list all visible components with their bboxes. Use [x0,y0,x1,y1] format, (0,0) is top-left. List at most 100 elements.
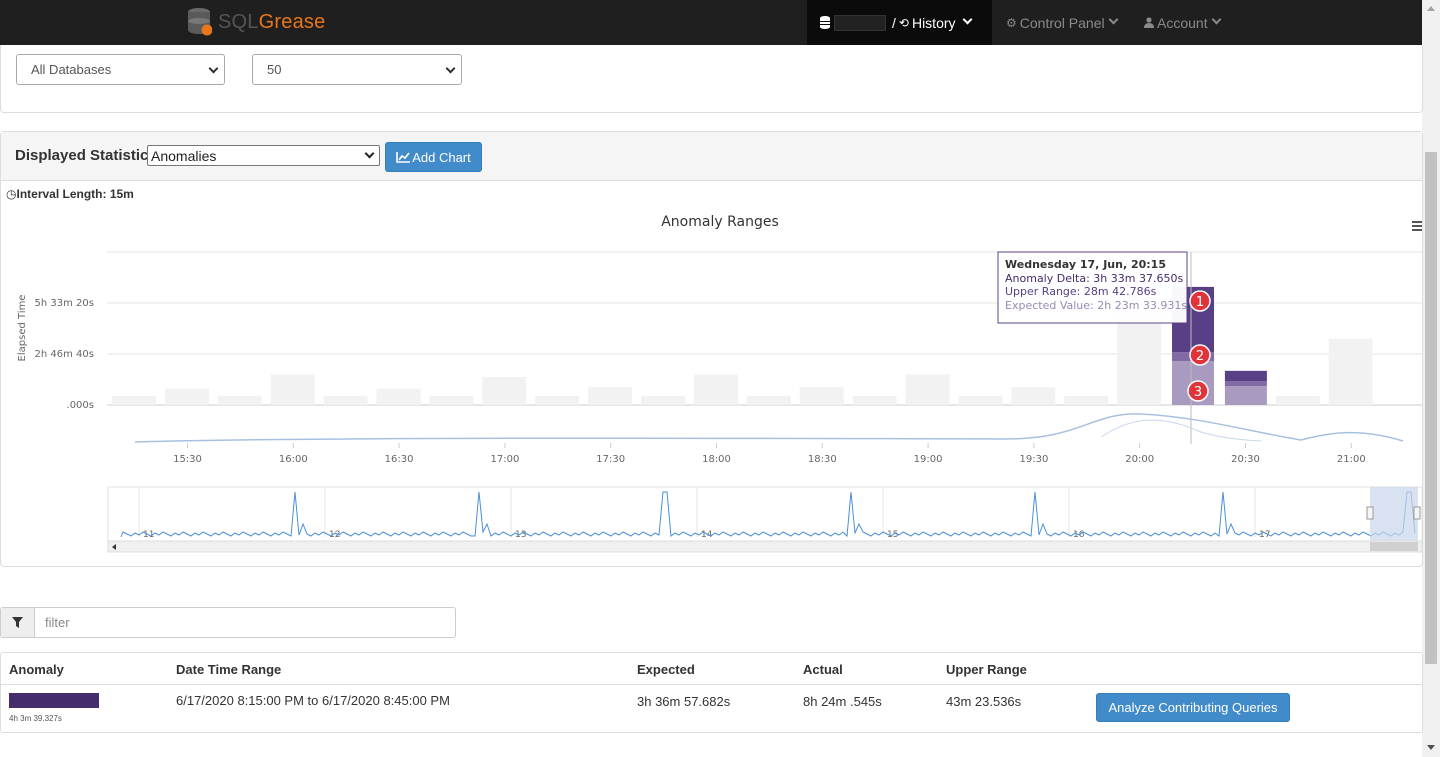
normal-bar [641,395,685,405]
marker-number: 1 [1196,295,1204,310]
x-tick-label: 20:00 [1125,454,1154,465]
normal-bar [588,387,633,405]
scrollbar-thumb[interactable] [1425,152,1437,664]
normal-bar [746,395,791,405]
normal-bar [693,374,738,405]
x-tick-label: 18:00 [702,454,731,465]
column-header-date-time-range[interactable]: Date Time Range [176,662,281,677]
tooltip-line: Expected Value: 2h 23m 33.931s [1005,299,1187,312]
normal-bar [270,374,315,405]
normal-bar [799,387,844,405]
normal-bar [112,395,156,405]
x-tick-label: 15:30 [173,454,202,465]
database-select[interactable]: All Databases [16,54,225,85]
anomaly-bar [9,693,99,708]
navigator-label: 14 [701,530,713,540]
normal-bar [905,374,950,405]
normal-bar [1328,338,1373,405]
analyze-contributing-queries-button[interactable]: Analyze Contributing Queries [1096,693,1290,722]
filter-icon [12,617,23,628]
y-tick-label: 2h 46m 40s [35,349,94,360]
y-tick-label: 5h 33m 20s [35,298,94,309]
x-tick-label: 19:30 [1019,454,1048,465]
nav-separator: / [892,14,896,31]
navigator-selection [1370,487,1418,541]
nav-control-panel[interactable]: ⚙ Control Panel [1006,0,1119,45]
x-tick-label: 21:00 [1337,454,1366,465]
nav-history-label: History [911,14,956,31]
scroll-up-arrow-icon[interactable] [1427,6,1435,11]
nav-account[interactable]: Account [1144,0,1222,45]
normal-bar [852,395,897,405]
navigator-handle [1366,506,1374,520]
history-icon: ⟲ [898,15,909,30]
count-select[interactable]: 50 [252,54,462,85]
upper-range-cell: 43m 23.536s [946,694,1022,709]
count-select-value: 50 [267,62,282,77]
anomaly-table: Anomaly Date Time Range Expected Actual … [0,652,1423,733]
x-tick-label: 20:30 [1231,454,1260,465]
column-header-expected[interactable]: Expected [637,662,695,677]
anomaly-duration: 4h 3m 39.327s [9,714,62,723]
tooltip-line: Anomaly Delta: 3h 33m 37.650s [1005,272,1183,285]
column-header-anomaly[interactable]: Anomaly [9,662,64,677]
column-header-actual[interactable]: Actual [803,662,843,677]
overview-curve [134,413,1404,443]
x-tick-label: 17:30 [596,454,625,465]
anomaly-delta-segment [1224,370,1267,382]
overview-curve [1100,419,1262,442]
marker-number: 3 [1194,385,1202,400]
actual-cell: 8h 24m .545s [803,694,882,709]
nav-history[interactable]: / ⟲ History [807,0,992,45]
logo-text: SQLGrease [218,10,326,33]
top-navbar: SQLGrease / ⟲ History ⚙ Control Panel Ac… [0,0,1422,45]
database-icon [820,16,830,29]
normal-bar [535,395,580,405]
navigator-label: 13 [515,530,526,540]
gear-icon: ⚙ [1006,15,1017,30]
table-divider [1,684,1422,685]
column-header-upper-range[interactable]: Upper Range [946,662,1027,677]
x-tick-label: 16:00 [279,454,308,465]
tooltip-line: Upper Range: 28m 42.786s [1005,285,1157,298]
normal-bar [376,388,421,405]
normal-bar [217,395,262,405]
normal-bar [429,395,474,405]
navigator-scroll-thumb [1370,542,1418,551]
normal-bar [1011,387,1056,405]
logo[interactable]: SQLGrease [186,6,325,38]
hamburger-icon[interactable] [1412,221,1422,231]
x-tick-label: 17:00 [490,454,519,465]
redacted-server-name [834,14,886,31]
normal-bar [1275,395,1320,405]
filter-input-group: filter [0,607,456,638]
scroll-down-arrow-icon[interactable] [1427,745,1435,750]
upper-range-segment [1224,381,1267,387]
chevron-down-icon [1108,14,1119,25]
chart-panel: Displayed Statistic Anomalies Add Chart … [0,131,1423,567]
normal-bar [164,388,209,405]
chevron-down-icon [962,14,972,25]
normal-bar [323,395,368,405]
chevron-down-icon [1211,14,1222,25]
user-icon [1144,17,1154,28]
navigator-scrollbar [107,540,1422,553]
nav-account-label: Account [1157,14,1208,31]
filter-panel: All Databases 50 [0,45,1423,113]
filter-input[interactable]: filter [45,615,70,630]
tooltip-line: Wednesday 17, Jun, 20:15 [1005,258,1166,271]
chart-title: Anomaly Ranges [661,214,779,230]
normal-bar [482,376,527,405]
marker-number: 2 [1196,349,1204,364]
y-tick-label: .000s [67,400,94,411]
x-tick-label: 19:00 [914,454,943,465]
date-range-cell: 6/17/2020 8:15:00 PM to 6/17/2020 8:45:0… [176,693,450,708]
database-logo-icon [188,8,212,36]
filter-button[interactable] [1,608,35,637]
normal-bar [958,395,1003,405]
chevron-down-icon [208,63,219,74]
analyze-button-label: Analyze Contributing Queries [1108,700,1278,715]
expected-segment [1224,386,1267,405]
anomaly-chart[interactable]: Anomaly Ranges Elapsed Time .000s 2h 46m … [1,132,1422,566]
chevron-down-icon [445,63,456,74]
